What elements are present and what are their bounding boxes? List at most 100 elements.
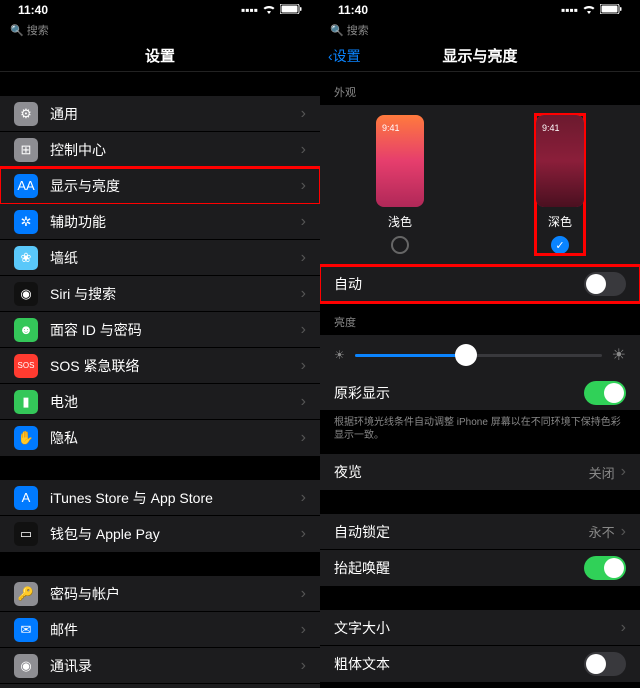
bold-text-toggle[interactable] bbox=[584, 652, 626, 676]
chevron-right-icon: › bbox=[301, 285, 306, 303]
search-field[interactable]: 🔍 搜索 bbox=[0, 20, 320, 40]
appearance-dark-option[interactable]: 9:41 深色 ✓ bbox=[536, 115, 584, 254]
row-label: SOS 紧急联络 bbox=[50, 356, 301, 376]
brightness-slider-row: ☀ ☀ bbox=[320, 335, 640, 375]
settings-row-contacts[interactable]: ◉通讯录› bbox=[0, 648, 320, 684]
row-label: iTunes Store 与 App Store bbox=[50, 488, 301, 508]
siri-search-icon: ◉ bbox=[14, 282, 38, 306]
settings-row-wallet[interactable]: ▭钱包与 Apple Pay› bbox=[0, 516, 320, 552]
true-tone-note: 根据环境光线条件自动调整 iPhone 屏幕以在不同环境下保持色彩显示一致。 bbox=[320, 411, 640, 454]
settings-row-calendar[interactable]: ▦日历› bbox=[0, 684, 320, 688]
text-size-row[interactable]: 文字大小 › bbox=[320, 610, 640, 646]
battery-icon: ▮ bbox=[14, 390, 38, 414]
search-field[interactable]: 🔍 搜索 bbox=[320, 20, 640, 40]
settings-row-display-brightness[interactable]: AA 显示与亮度› bbox=[0, 168, 320, 204]
search-icon: 🔍 bbox=[330, 25, 344, 37]
dark-radio[interactable]: ✓ bbox=[551, 236, 569, 254]
true-tone-toggle[interactable] bbox=[584, 381, 626, 405]
row-label: 控制中心 bbox=[50, 140, 301, 160]
chevron-right-icon: › bbox=[301, 657, 306, 675]
appearance-header: 外观 bbox=[320, 72, 640, 105]
sos-icon: SOS bbox=[14, 354, 38, 378]
night-shift-row[interactable]: 夜览 关闭 › bbox=[320, 454, 640, 490]
chevron-right-icon: › bbox=[621, 463, 626, 481]
control-center-icon: ⊞ bbox=[14, 138, 38, 162]
wallet-icon: ▭ bbox=[14, 522, 38, 546]
raise-wake-toggle[interactable] bbox=[584, 556, 626, 580]
general-icon: ⚙ bbox=[14, 102, 38, 126]
settings-row-accessibility[interactable]: ✲辅助功能› bbox=[0, 204, 320, 240]
chevron-right-icon: › bbox=[301, 105, 306, 123]
search-icon: 🔍 bbox=[10, 25, 24, 37]
sun-low-icon: ☀ bbox=[334, 348, 345, 362]
true-tone-row[interactable]: 原彩显示 bbox=[320, 375, 640, 411]
appearance-picker: 9:41 浅色 9:41 深色 ✓ bbox=[320, 105, 640, 266]
dark-preview: 9:41 bbox=[536, 115, 584, 207]
settings-row-sos[interactable]: SOSSOS 紧急联络› bbox=[0, 348, 320, 384]
settings-list[interactable]: ⚙通用›⊞控制中心›AA显示与亮度›✲辅助功能›❀墙纸›◉Siri 与搜索›☻面… bbox=[0, 72, 320, 688]
auto-toggle[interactable] bbox=[584, 272, 626, 296]
settings-row-wallpaper[interactable]: ❀墙纸› bbox=[0, 240, 320, 276]
row-label: 显示与亮度 bbox=[50, 176, 301, 196]
light-preview: 9:41 bbox=[376, 115, 424, 207]
signal-icon: ▪▪▪▪ bbox=[241, 3, 258, 17]
chevron-right-icon: › bbox=[621, 523, 626, 541]
row-label: 辅助功能 bbox=[50, 212, 301, 232]
nav-bar: 设置 bbox=[0, 40, 320, 72]
raise-wake-row[interactable]: 抬起唤醒 bbox=[320, 550, 640, 586]
settings-row-passwords[interactable]: 🔑密码与帐户› bbox=[0, 576, 320, 612]
status-bar: 11:40 ▪▪▪▪ bbox=[320, 0, 640, 20]
faceid-icon: ☻ bbox=[14, 318, 38, 342]
settings-row-battery[interactable]: ▮电池› bbox=[0, 384, 320, 420]
nav-bar: ‹ 设置 显示与亮度 bbox=[320, 40, 640, 72]
settings-row-privacy[interactable]: ✋ 隐私› bbox=[0, 420, 320, 456]
settings-row-general[interactable]: ⚙ 通用› bbox=[0, 96, 320, 132]
signal-icon: ▪▪▪▪ bbox=[561, 3, 578, 17]
status-indicators: ▪▪▪▪ bbox=[241, 3, 302, 17]
light-radio[interactable] bbox=[391, 236, 409, 254]
row-label: 通用 bbox=[50, 104, 301, 124]
wifi-icon bbox=[582, 3, 596, 17]
page-title: 设置 bbox=[145, 45, 175, 66]
row-label: Siri 与搜索 bbox=[50, 284, 301, 304]
mail-icon: ✉ bbox=[14, 618, 38, 642]
row-label: 密码与帐户 bbox=[50, 584, 301, 604]
sun-high-icon: ☀ bbox=[612, 345, 626, 365]
slider-thumb[interactable] bbox=[455, 344, 477, 366]
status-time: 11:40 bbox=[338, 3, 368, 17]
settings-row-mail[interactable]: ✉邮件› bbox=[0, 612, 320, 648]
auto-lock-row[interactable]: 自动锁定 永不 › bbox=[320, 514, 640, 550]
chevron-right-icon: › bbox=[301, 213, 306, 231]
battery-icon bbox=[280, 3, 302, 17]
chevron-right-icon: › bbox=[301, 177, 306, 195]
chevron-right-icon: › bbox=[301, 585, 306, 603]
display-brightness-screen: 11:40 ▪▪▪▪ 🔍 搜索 ‹ 设置 显示与亮度 外观 9:41 bbox=[320, 0, 640, 688]
contacts-icon: ◉ bbox=[14, 654, 38, 678]
auto-appearance-row[interactable]: 自动 bbox=[320, 266, 640, 302]
wallpaper-icon: ❀ bbox=[14, 246, 38, 270]
chevron-right-icon: › bbox=[301, 249, 306, 267]
settings-row-faceid[interactable]: ☻面容 ID 与密码› bbox=[0, 312, 320, 348]
settings-root-screen: 11:40 ▪▪▪▪ 🔍 搜索 设置 ⚙通用›⊞控制中心›AA显示与亮度›✲辅助… bbox=[0, 0, 320, 688]
battery-icon bbox=[600, 3, 622, 17]
display-brightness-icon: AA bbox=[14, 174, 38, 198]
settings-row-siri-search[interactable]: ◉ Siri 与搜索› bbox=[0, 276, 320, 312]
back-button[interactable]: ‹ 设置 bbox=[328, 46, 361, 66]
chevron-right-icon: › bbox=[621, 619, 626, 637]
bold-text-row[interactable]: 粗体文本 bbox=[320, 646, 640, 682]
status-bar: 11:40 ▪▪▪▪ bbox=[0, 0, 320, 20]
brightness-slider[interactable] bbox=[355, 354, 602, 357]
status-indicators: ▪▪▪▪ bbox=[561, 3, 622, 17]
settings-row-itunes-appstore[interactable]: AiTunes Store 与 App Store› bbox=[0, 480, 320, 516]
appearance-light-option[interactable]: 9:41 浅色 bbox=[376, 115, 424, 254]
status-time: 11:40 bbox=[18, 3, 48, 17]
row-label: 隐私 bbox=[50, 428, 301, 448]
chevron-right-icon: › bbox=[301, 429, 306, 447]
chevron-right-icon: › bbox=[301, 141, 306, 159]
dark-label: 深色 bbox=[548, 213, 572, 230]
display-settings-list[interactable]: 外观 9:41 浅色 9:41 深色 ✓ 自动 亮度 ☀ bbox=[320, 72, 640, 688]
privacy-icon: ✋ bbox=[14, 426, 38, 450]
settings-row-control-center[interactable]: ⊞ 控制中心› bbox=[0, 132, 320, 168]
chevron-right-icon: › bbox=[301, 489, 306, 507]
chevron-right-icon: › bbox=[301, 525, 306, 543]
